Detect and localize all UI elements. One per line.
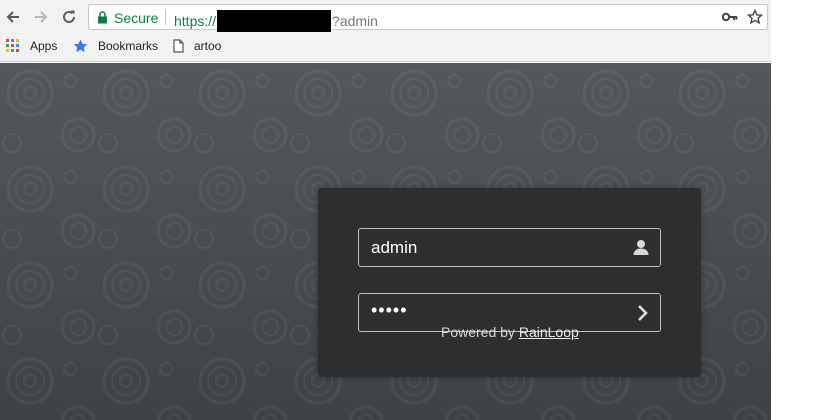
artoo-label: artoo — [194, 39, 222, 53]
page-viewport: admin ••••• — [0, 63, 771, 420]
secure-label: Secure — [114, 10, 159, 26]
browser-toolbar: Secure https:// ?admin — [0, 0, 771, 34]
artoo-bookmark[interactable]: artoo — [173, 39, 221, 53]
page-icon — [173, 39, 184, 53]
bookmarks-label: Bookmarks — [98, 39, 159, 53]
url-text: https:// ?admin — [174, 10, 378, 32]
address-bar[interactable]: Secure https:// ?admin — [88, 4, 768, 32]
user-icon — [633, 240, 649, 255]
forward-arrow-icon — [35, 11, 48, 23]
lock-icon — [98, 11, 107, 24]
login-panel: admin ••••• — [318, 188, 701, 377]
powered-by-text: Powered by — [441, 324, 515, 340]
reload-button[interactable] — [58, 6, 80, 28]
forward-button[interactable] — [30, 6, 52, 28]
apps-grid-icon — [6, 39, 20, 53]
url-scheme: https:// — [174, 13, 217, 29]
redacted-host — [217, 10, 332, 32]
url-suffix: ?admin — [332, 13, 378, 29]
chevron-right-icon[interactable] — [636, 304, 650, 322]
reload-icon — [63, 10, 75, 23]
bookmark-star-icon[interactable] — [747, 9, 763, 25]
back-button[interactable] — [2, 6, 24, 28]
star-icon — [73, 39, 88, 53]
address-separator — [165, 10, 166, 25]
username-field[interactable]: admin — [358, 228, 661, 267]
apps-bookmark[interactable]: Apps — [6, 39, 57, 53]
username-value: admin — [371, 238, 418, 257]
bookmarks-bar: Apps Bookmarks artoo — [0, 35, 771, 61]
rainloop-link[interactable]: RainLoop — [519, 324, 579, 340]
browser-chrome: Secure https:// ?admin Apps Bookmarks art… — [0, 0, 771, 62]
bookmarks-folder[interactable]: Bookmarks — [73, 39, 158, 53]
key-icon[interactable] — [722, 12, 738, 22]
powered-by: Powered by RainLoop — [441, 324, 579, 340]
apps-label: Apps — [30, 39, 58, 53]
back-arrow-icon — [6, 11, 19, 23]
password-value: ••••• — [371, 300, 408, 320]
